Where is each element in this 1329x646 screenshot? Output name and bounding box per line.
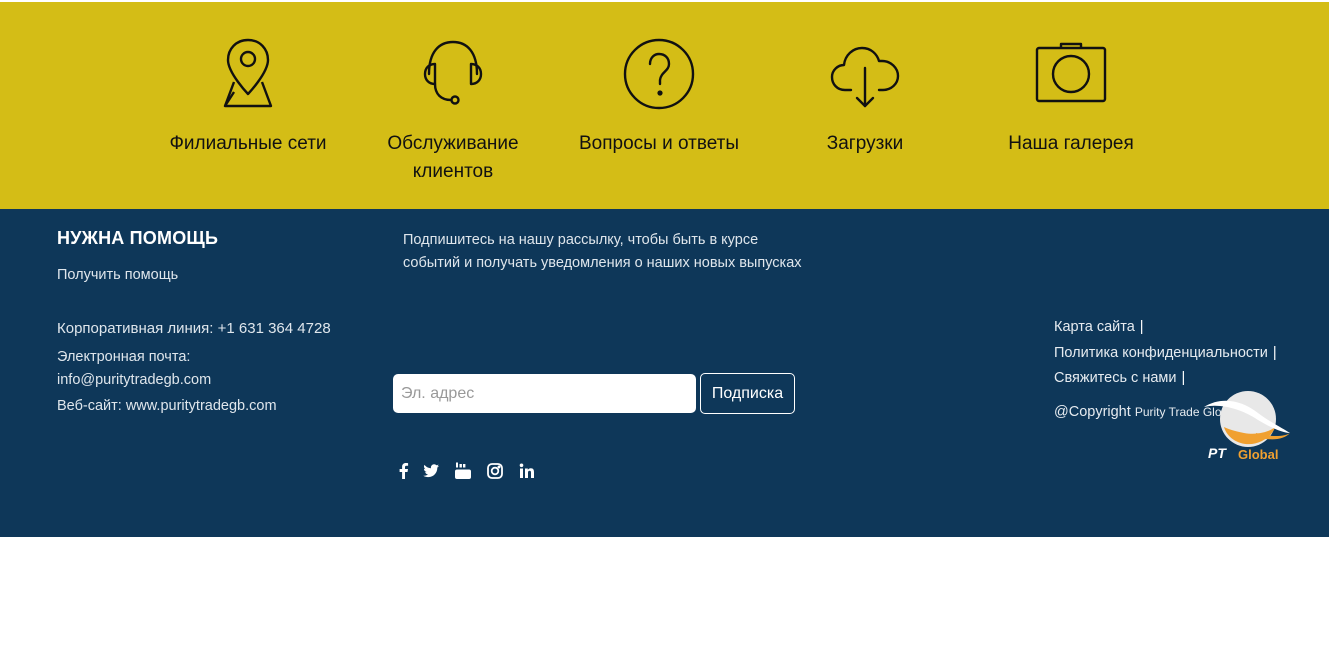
instagram-icon [487, 463, 503, 479]
pt-global-logo: PT Global [1204, 391, 1290, 462]
youtube-icon [455, 462, 471, 479]
email-input[interactable] [393, 374, 696, 413]
get-help-link[interactable]: Получить помощь [57, 264, 178, 287]
email-label: Электронная почта: [57, 349, 191, 365]
contact-label: Свяжитесь с нами [1054, 370, 1177, 386]
twitter-link[interactable] [422, 462, 442, 482]
map-pin-icon [223, 38, 273, 108]
separator: | [1139, 319, 1144, 335]
facebook-link[interactable] [395, 462, 415, 482]
logo-global-text: Global [1238, 447, 1278, 462]
privacy-link[interactable]: Политика конфиденциальности | [1054, 345, 1277, 361]
sitemap-label: Карта сайта [1054, 319, 1135, 335]
email-link[interactable]: info@puritytradegb.com [57, 369, 211, 392]
features-band: Филиальные сети Обслуживание клиентов Во… [0, 2, 1329, 209]
camera-icon [1035, 42, 1107, 103]
question-icon [623, 38, 695, 110]
cloud-download-icon [830, 46, 900, 108]
contact-link[interactable]: Свяжитесь с нами | [1054, 370, 1185, 386]
feature-faq[interactable]: Вопросы и ответы [559, 36, 759, 158]
instagram-link[interactable] [486, 462, 506, 482]
copyright-prefix: @Copyright [1054, 404, 1131, 420]
linkedin-icon [519, 463, 534, 478]
subscribe-button[interactable]: Подписка [700, 373, 795, 414]
sitemap-link[interactable]: Карта сайта | [1054, 319, 1144, 335]
feature-customer-service[interactable]: Обслуживание клиентов [353, 36, 553, 186]
feature-label: Обслуживание клиентов [387, 133, 519, 182]
feature-label: Наша галерея [1008, 133, 1134, 154]
logo-pt-text: PT [1208, 445, 1227, 461]
newsletter-text: Подпишитесь на нашу рассылку, чтобы быть… [403, 232, 802, 271]
footer: НУЖНА ПОМОЩЬ Получить помощь Корпоративн… [0, 209, 1329, 537]
feature-gallery[interactable]: Наша галерея [971, 36, 1171, 158]
separator: | [1181, 370, 1186, 386]
feature-downloads[interactable]: Загрузки [765, 36, 965, 158]
privacy-label: Политика конфиденциальности [1054, 345, 1268, 361]
feature-branch-networks[interactable]: Филиальные сети [148, 36, 348, 158]
youtube-link[interactable] [454, 462, 474, 482]
feature-label: Вопросы и ответы [578, 133, 739, 154]
twitter-icon [423, 464, 439, 478]
headset-icon [423, 40, 483, 105]
help-title: НУЖНА ПОМОЩЬ [57, 228, 219, 248]
website-link[interactable]: Веб-сайт: www.puritytradegb.com [57, 395, 277, 418]
corporate-line: Корпоративная линия: +1 631 364 4728 [57, 320, 331, 337]
feature-label: Филиальные сети [169, 133, 327, 154]
feature-label: Загрузки [826, 133, 904, 154]
facebook-icon [399, 463, 409, 479]
linkedin-link[interactable] [518, 462, 538, 482]
separator: | [1272, 345, 1277, 361]
